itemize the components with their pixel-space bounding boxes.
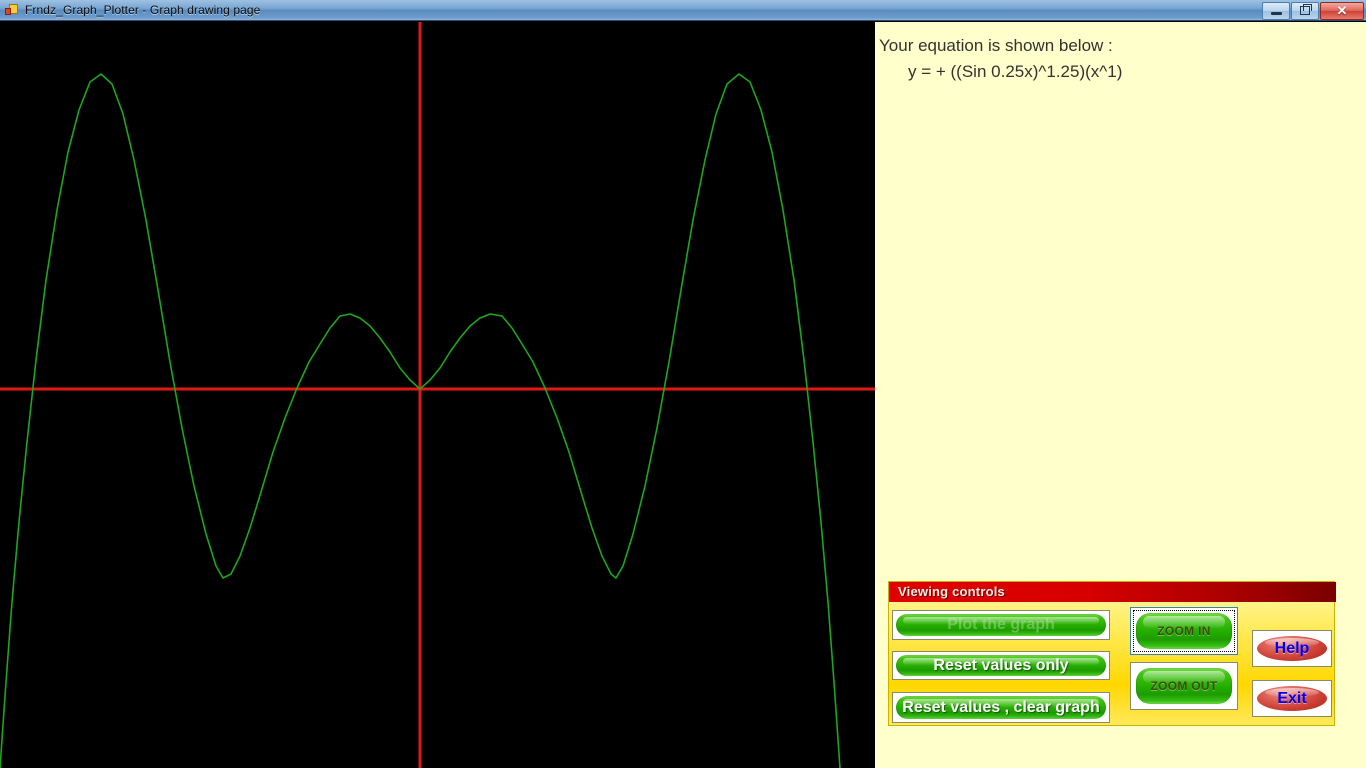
plot-background: [0, 22, 875, 768]
viewing-controls-title: Viewing controls: [898, 584, 1005, 599]
window-controls: ✕: [1262, 1, 1364, 20]
minimize-button[interactable]: [1262, 1, 1290, 20]
app-icon: [4, 2, 20, 18]
close-icon: ✕: [1336, 3, 1348, 18]
window-title: Frndz_Graph_Plotter - Graph drawing page: [25, 3, 261, 17]
exit-button[interactable]: Exit: [1252, 680, 1332, 717]
minimize-icon: [1270, 12, 1282, 15]
zoom-in-button[interactable]: ZOOM IN: [1130, 607, 1238, 655]
reset-values-clear-graph-label: Reset values , clear graph: [902, 698, 1100, 716]
equation-text: y = + ((Sin 0.25x)^1.25)(x^1): [908, 62, 1123, 81]
viewing-controls-panel: Viewing controls Plot the graph Reset va…: [888, 581, 1336, 726]
zoom-out-label: ZOOM OUT: [1150, 679, 1218, 693]
exit-label: Exit: [1277, 689, 1307, 707]
reset-values-label: Reset values only: [933, 656, 1069, 674]
zoom-out-button[interactable]: ZOOM OUT: [1130, 662, 1238, 710]
application-window: Frndz_Graph_Plotter - Graph drawing page…: [0, 0, 1366, 768]
reset-values-button[interactable]: Reset values only: [892, 651, 1110, 680]
restore-icon: [1300, 4, 1312, 15]
restore-button[interactable]: [1291, 1, 1319, 20]
title-bar: Frndz_Graph_Plotter - Graph drawing page…: [0, 0, 1366, 21]
viewing-controls-header: Viewing controls: [889, 582, 1336, 602]
equation-heading: Your equation is shown below :: [879, 36, 1113, 55]
graph-plot: [0, 22, 875, 768]
reset-values-clear-graph-button[interactable]: Reset values , clear graph: [892, 692, 1110, 723]
zoom-in-label: ZOOM IN: [1157, 624, 1211, 638]
graph-canvas[interactable]: [0, 22, 875, 768]
help-label: Help: [1274, 639, 1310, 657]
plot-graph-button[interactable]: Plot the graph: [892, 610, 1110, 640]
equation-panel: Your equation is shown below : y = + ((S…: [875, 22, 1366, 768]
help-button[interactable]: Help: [1252, 630, 1332, 667]
close-button[interactable]: ✕: [1320, 1, 1364, 20]
plot-graph-label: Plot the graph: [947, 616, 1055, 633]
